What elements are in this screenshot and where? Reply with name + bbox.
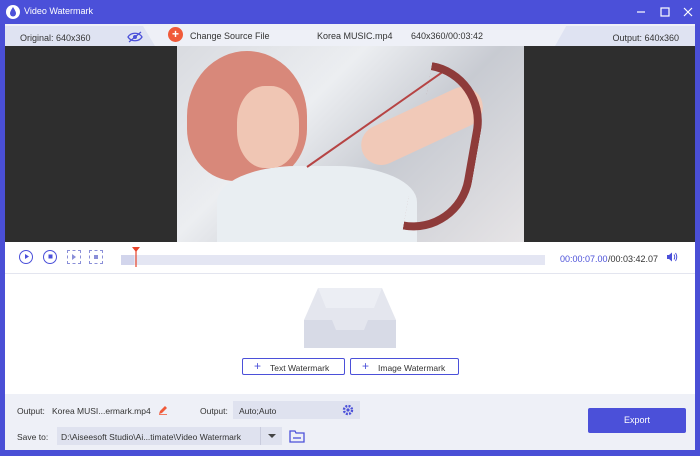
video-frame — [177, 46, 524, 242]
inbox-tray-icon — [304, 286, 396, 348]
save-path-value: D:\Aiseesoft Studio\Ai...timate\Video Wa… — [61, 432, 241, 442]
play-button[interactable] — [19, 250, 33, 264]
current-time: 00:00:07.00 — [560, 254, 608, 264]
total-time: /00:03:42.07 — [608, 254, 659, 264]
output-resolution: Output: 640x360 — [612, 33, 679, 43]
text-watermark-button[interactable]: + Text Watermark — [242, 358, 345, 375]
change-source-label: Change Source File — [190, 31, 270, 41]
player-controls: 00:00:07.00 /00:03:42.07 — [5, 242, 695, 274]
pencil-icon[interactable] — [158, 405, 168, 415]
original-tab: Original: 640x360 — [5, 26, 155, 46]
image-watermark-label: Image Watermark — [378, 363, 446, 373]
maximize-button[interactable] — [656, 3, 674, 21]
playhead-marker[interactable] — [132, 247, 140, 267]
plus-icon: + — [362, 359, 370, 373]
progress-track[interactable] — [121, 255, 545, 265]
output-format-value: Auto;Auto — [239, 406, 277, 416]
folder-icon[interactable] — [289, 429, 305, 443]
eye-icon[interactable] — [127, 31, 143, 43]
video-preview — [5, 46, 695, 242]
bottom-bar: Output: Korea MUSI...ermark.mp4 Output: … — [5, 394, 695, 450]
save-to-label: Save to: — [17, 432, 49, 442]
output-format-field[interactable]: Auto;Auto — [233, 401, 360, 419]
output-file-label: Output: — [17, 406, 45, 416]
stop-button[interactable] — [43, 250, 57, 264]
window-title: Video Watermark — [24, 6, 94, 16]
previous-frame-button[interactable] — [67, 250, 81, 264]
volume-icon[interactable] — [666, 251, 678, 263]
next-frame-button[interactable] — [89, 250, 103, 264]
close-button[interactable] — [679, 3, 697, 21]
text-watermark-label: Text Watermark — [270, 363, 330, 373]
plus-icon: + — [254, 359, 262, 373]
chevron-down-icon[interactable] — [260, 427, 282, 445]
original-resolution: Original: 640x360 — [20, 33, 91, 43]
export-button[interactable]: Export — [588, 408, 686, 433]
source-file-name: Korea MUSIC.mp4 — [317, 31, 393, 41]
output-format-label: Output: — [200, 406, 228, 416]
image-watermark-button[interactable]: + Image Watermark — [350, 358, 459, 375]
watermark-area: + Text Watermark + Image Watermark — [5, 274, 695, 394]
info-bar: Original: 640x360 + Change Source File K… — [5, 24, 695, 46]
gear-icon[interactable] — [342, 404, 354, 416]
output-tab: Output: 640x360 — [555, 26, 695, 46]
minimize-button[interactable] — [632, 3, 650, 21]
title-bar: Video Watermark — [0, 0, 700, 24]
change-source-button[interactable]: + Change Source File — [168, 27, 288, 43]
water-drop-icon — [6, 5, 20, 19]
plus-icon: + — [168, 27, 183, 42]
output-file-name: Korea MUSI...ermark.mp4 — [52, 406, 151, 416]
source-file-meta: 640x360/00:03:42 — [411, 31, 484, 41]
save-path-select[interactable]: D:\Aiseesoft Studio\Ai...timate\Video Wa… — [57, 427, 282, 445]
